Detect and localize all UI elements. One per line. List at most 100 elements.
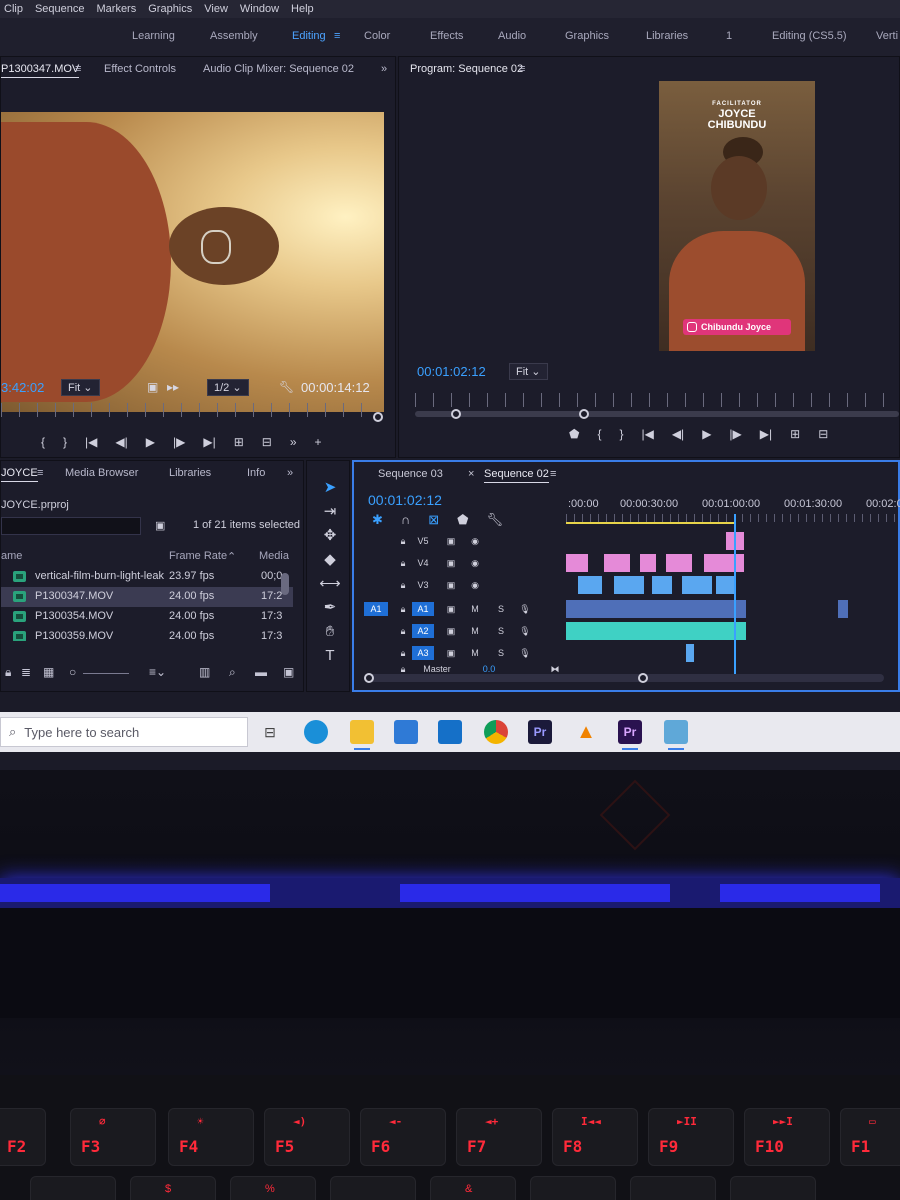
project-search-input[interactable] — [1, 517, 141, 535]
workspace-effects[interactable]: Effects — [430, 30, 463, 42]
program-zoom-bar[interactable] — [415, 411, 899, 417]
track-lock-icon[interactable]: 🔒︎ — [392, 602, 414, 616]
key-8[interactable] — [730, 1176, 816, 1200]
video-clip[interactable] — [716, 576, 736, 594]
timeline-scroll-end-handle[interactable] — [638, 673, 648, 683]
track-v5[interactable] — [566, 530, 900, 552]
track-v3[interactable] — [566, 574, 900, 596]
key-7[interactable] — [630, 1176, 716, 1200]
table-row-selected[interactable]: P1300347.MOV 24.00 fps 17:2 — [1, 587, 293, 607]
lock-icon[interactable]: 🔒︎ — [5, 665, 11, 680]
key-f2[interactable]: F2 — [0, 1108, 46, 1166]
key-3[interactable]: % — [230, 1176, 316, 1200]
track-name-a1[interactable]: A1 — [412, 602, 434, 616]
mark-out-icon[interactable]: } — [619, 427, 623, 441]
source-playhead-timecode[interactable]: 3:42:02 — [1, 380, 44, 395]
tab-effect-controls[interactable]: Effect Controls — [104, 63, 176, 75]
source-resolution-dropdown[interactable]: 1/2 ⌄ — [207, 378, 249, 396]
mute-button[interactable]: M — [464, 646, 486, 660]
project-scrollbar[interactable] — [281, 573, 289, 595]
close-tab-icon[interactable]: × — [468, 468, 474, 480]
video-clip[interactable] — [682, 576, 712, 594]
menu-item-clip[interactable]: Clip — [4, 3, 23, 15]
work-area-bar[interactable] — [566, 522, 736, 524]
key-f7[interactable]: ◄+ F7 — [456, 1108, 542, 1166]
track-name-a2[interactable]: A2 — [412, 624, 434, 638]
video-clip[interactable] — [604, 554, 630, 572]
timeline-timecode[interactable]: 00:01:02:12 — [368, 492, 442, 508]
track-eye-icon[interactable]: ◉ — [464, 556, 486, 570]
video-clip[interactable] — [614, 576, 644, 594]
new-item-icon[interactable]: ▣ — [283, 665, 294, 679]
track-a3[interactable] — [566, 642, 900, 664]
mark-out-icon[interactable]: } — [63, 435, 67, 449]
program-fit-dropdown[interactable]: Fit ⌄ — [509, 362, 548, 380]
key-f6[interactable]: ◄- F6 — [360, 1108, 446, 1166]
mark-in-icon[interactable]: { — [597, 427, 601, 441]
source-patch-a1[interactable]: A1 — [364, 602, 388, 616]
add-button-icon[interactable]: + — [315, 435, 322, 449]
zoom-slider-track[interactable] — [83, 673, 129, 674]
nest-icon[interactable]: ✱ — [372, 512, 383, 528]
track-select-tool-icon[interactable]: ⇥ — [319, 501, 341, 523]
key-2[interactable]: $ — [130, 1176, 216, 1200]
source-time-ruler[interactable] — [1, 403, 377, 417]
key-f5[interactable]: ◄) F5 — [264, 1108, 350, 1166]
chrome-icon[interactable] — [484, 720, 508, 744]
track-name-v5[interactable]: V5 — [412, 534, 434, 548]
workspace-assembly[interactable]: Assembly — [210, 30, 258, 42]
pen-tool-icon[interactable]: ✒ — [319, 597, 341, 619]
tab-source-clip[interactable]: P1300347.MOV — [1, 63, 80, 78]
add-marker-icon[interactable]: ⬟ — [569, 427, 579, 441]
program-time-ruler[interactable] — [415, 393, 899, 407]
menu-item-help[interactable]: Help — [291, 3, 314, 15]
list-view-icon[interactable]: ≣ — [21, 665, 31, 679]
audio-clip[interactable] — [566, 600, 746, 618]
video-clip[interactable] — [578, 576, 602, 594]
program-monitor-title[interactable]: Program: Sequence 02 — [410, 63, 523, 75]
tab-info[interactable]: Info — [247, 467, 265, 479]
column-name[interactable]: ame — [1, 550, 22, 562]
timeline-horizontal-scrollbar[interactable] — [364, 674, 884, 682]
track-eye-icon[interactable]: ◉ — [464, 578, 486, 592]
sync-lock-icon[interactable]: ▣ — [440, 646, 462, 660]
go-to-in-icon[interactable]: |◀ — [641, 427, 653, 441]
track-name-v4[interactable]: V4 — [412, 556, 434, 570]
timeline-scroll-start-handle[interactable] — [364, 673, 374, 683]
mark-in-icon[interactable]: { — [41, 435, 45, 449]
menu-item-view[interactable]: View — [204, 3, 228, 15]
menu-item-window[interactable]: Window — [240, 3, 279, 15]
find-icon[interactable]: ⌕ — [229, 665, 236, 680]
voiceover-mic-icon[interactable]: 🎙︎ — [514, 624, 536, 638]
mute-button[interactable]: M — [464, 624, 486, 638]
wrench-icon[interactable]: 🔧︎ — [279, 380, 294, 394]
table-row[interactable]: P1300354.MOV 24.00 fps 17:3 — [1, 607, 293, 627]
tab-audio-clip-mixer[interactable]: Audio Clip Mixer: Sequence 02 — [203, 63, 354, 75]
key-5[interactable]: & — [430, 1176, 516, 1200]
new-bin-icon[interactable]: ▣ — [155, 519, 165, 532]
edge-icon[interactable] — [304, 720, 328, 744]
solo-button[interactable]: S — [490, 602, 512, 616]
timeline-settings-wrench-icon[interactable]: 🔧︎ — [486, 512, 503, 528]
icon-view-icon[interactable]: ▦ — [43, 665, 54, 679]
tab-project[interactable]: JOYCE — [1, 467, 38, 482]
razor-tool-icon[interactable]: ◆ — [319, 549, 341, 571]
selection-tool-icon[interactable]: ➤ — [319, 477, 341, 499]
zoom-slider-knob-icon[interactable]: ○ — [69, 665, 76, 679]
automate-to-sequence-icon[interactable]: ▥ — [199, 665, 210, 679]
task-view-icon[interactable]: ⊟ — [258, 720, 282, 744]
track-name-a3[interactable]: A3 — [412, 646, 434, 660]
menu-item-markers[interactable]: Markers — [97, 3, 137, 15]
key-f3[interactable]: ⌀ F3 — [70, 1108, 156, 1166]
solo-button[interactable]: S — [490, 624, 512, 638]
store-icon[interactable] — [394, 720, 418, 744]
taskbar-search-input[interactable]: ⌕ Type here to search — [0, 717, 248, 747]
step-forward-icon[interactable]: |▶ — [729, 427, 741, 441]
key-4[interactable] — [330, 1176, 416, 1200]
more-controls-icon[interactable]: » — [290, 435, 297, 449]
program-playhead-timecode[interactable]: 00:01:02:12 — [417, 364, 486, 379]
panel-overflow-icon[interactable]: » — [381, 63, 387, 75]
track-a1[interactable] — [566, 598, 900, 620]
type-tool-icon[interactable]: T — [319, 645, 341, 667]
insert-icon[interactable]: ▸▸ — [167, 380, 179, 394]
